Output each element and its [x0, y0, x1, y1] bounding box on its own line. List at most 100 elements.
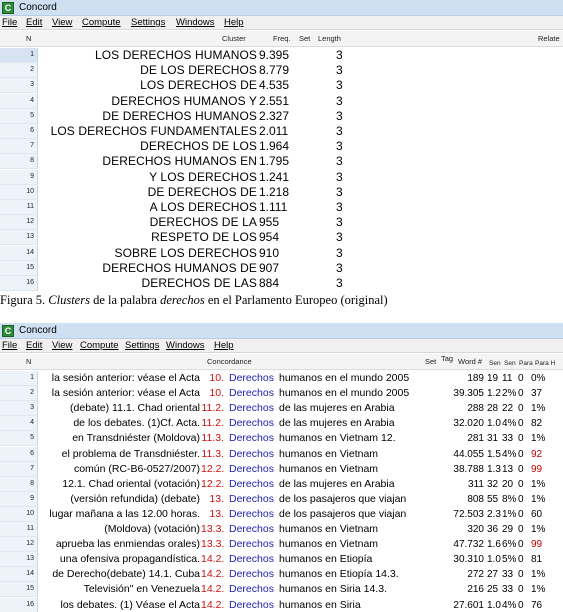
- sentence-number-cell: 28: [487, 403, 499, 415]
- col-related-header[interactable]: Relate: [538, 34, 560, 44]
- menu-edit[interactable]: Edit: [26, 340, 42, 352]
- menu-help[interactable]: Help: [214, 340, 234, 352]
- freq-cell: 8.779: [259, 63, 290, 78]
- menu-view[interactable]: View: [52, 340, 72, 352]
- word-number-cell: 30.310: [453, 554, 484, 566]
- menu-file[interactable]: File: [2, 17, 17, 29]
- col-para2-header[interactable]: Para H: [535, 359, 555, 369]
- concordance-row[interactable]: 5 en Transdniéster (Moldova) 11.3. Derechos…: [0, 431, 563, 447]
- paragraph-number-cell: 0: [518, 584, 524, 596]
- word-number-cell: 32.020: [453, 418, 484, 430]
- col-cluster-header[interactable]: Cluster: [222, 34, 246, 44]
- length-cell: 3: [336, 63, 343, 78]
- sentence-number-cell: 32: [487, 478, 499, 490]
- left-context-cell: 12.1. Chad oriental (votación): [62, 477, 200, 490]
- concordance-row[interactable]: 13 una ofensiva propagandística. 14.2. Dere…: [0, 552, 563, 568]
- col-tag-header[interactable]: Tag: [441, 354, 453, 364]
- cluster-row[interactable]: 3 LOS DERECHOS DE 4.535 3: [0, 78, 563, 94]
- concordance-row[interactable]: 9 (versión refundida) (debate) 13. Derechos…: [0, 491, 563, 507]
- concordance-row[interactable]: 14 de Derecho(debate) 14.1. Cuba 14.2. Dere…: [0, 567, 563, 583]
- menu-settings[interactable]: Settings: [131, 17, 165, 29]
- concordance-row[interactable]: 2 la sesión anterior: véase el Acta 10. Der…: [0, 386, 563, 402]
- row-number: 1: [0, 371, 38, 386]
- cluster-row[interactable]: 16 DERECHOS DE LAS 884 3: [0, 276, 563, 291]
- right-context-cell: humanos en el mundo 2005: [279, 387, 410, 400]
- menu-file[interactable]: File: [2, 340, 17, 352]
- sentence-position-cell: 22: [502, 403, 514, 415]
- menu-edit[interactable]: Edit: [26, 17, 42, 29]
- length-cell: 3: [336, 245, 343, 260]
- col-length-header[interactable]: Length: [318, 34, 341, 44]
- row-number: 10: [0, 184, 38, 200]
- sentence-position-cell: 11: [502, 373, 513, 384]
- freq-cell: 9.395: [259, 48, 290, 62]
- word-number-cell: 39.305: [453, 388, 484, 400]
- cluster-row[interactable]: 14 SOBRE LOS DERECHOS 910 3: [0, 245, 563, 261]
- menu-windows[interactable]: Windows: [166, 340, 205, 352]
- concordance-row[interactable]: 16 los debates. (1) Véase el Acta 14.2. Der…: [0, 597, 563, 612]
- col-concordance-header[interactable]: Concordance: [207, 357, 252, 367]
- concordance-row[interactable]: 10 lugar mañana a las 12.00 horas. 13. Dere…: [0, 506, 563, 522]
- concordance-row[interactable]: 12 aprueba las enmiendas orales) 13.3. Dere…: [0, 537, 563, 553]
- sentence-position-cell: 2%: [502, 388, 517, 400]
- cluster-row[interactable]: 1 LOS DERECHOS HUMANOS 9.395 3: [0, 48, 563, 63]
- col-sen1-header[interactable]: Sen: [489, 359, 501, 369]
- cluster-row[interactable]: 7 DERECHOS DE LOS 1.964 3: [0, 139, 563, 155]
- paragraph-number-cell: 0: [518, 524, 524, 535]
- concordance-row[interactable]: 6 el problema de Transdniéster. 11.3. Derec…: [0, 446, 563, 462]
- col-set-header[interactable]: Set: [425, 357, 436, 367]
- concord-app-icon: C: [2, 2, 14, 14]
- length-cell: 3: [336, 184, 343, 199]
- concordance-row[interactable]: 3 (debate) 11.1. Chad oriental 11.2. Derech…: [0, 401, 563, 417]
- concordance-row[interactable]: 15 Televisión" en Venezuela 14.2. Derechos h…: [0, 582, 563, 598]
- col-n-header[interactable]: N: [26, 357, 31, 367]
- concordance-row[interactable]: 1 la sesión anterior: véase el Acta 10. Der…: [0, 371, 563, 386]
- col-n-header[interactable]: N: [26, 34, 31, 44]
- paragraph-number-cell: 0: [518, 448, 524, 460]
- window-title: Concord: [19, 325, 57, 336]
- sentence-number-cell: 19: [487, 373, 499, 384]
- menu-settings[interactable]: Settings: [125, 340, 159, 352]
- section-number-cell: 14.2.: [201, 598, 225, 611]
- length-cell: 3: [336, 93, 343, 108]
- right-context-cell: de las mujeres en Arabia: [279, 417, 395, 430]
- concord-concordance-window: C Concord File Edit View Compute Setting…: [0, 323, 563, 612]
- concordance-row[interactable]: 8 12.1. Chad oriental (votación) 12.2. Dere…: [0, 476, 563, 492]
- cluster-row[interactable]: 5 DE DERECHOS HUMANOS 2.327 3: [0, 108, 563, 124]
- col-para1-header[interactable]: Para: [519, 359, 533, 369]
- cluster-row[interactable]: 4 DERECHOS HUMANOS Y 2.551 3: [0, 93, 563, 109]
- cluster-row[interactable]: 2 DE LOS DERECHOS 8.779 3: [0, 63, 563, 79]
- col-word-header[interactable]: Word #: [458, 357, 482, 367]
- left-context-cell: en Transdniéster (Moldova): [72, 432, 200, 445]
- col-sen2-header[interactable]: Sen: [504, 359, 516, 369]
- cluster-row[interactable]: 12 DERECHOS DE LA 955 3: [0, 215, 563, 231]
- left-context-cell: Televisión" en Venezuela: [83, 583, 200, 596]
- word-number-cell: 189: [467, 373, 484, 384]
- cluster-row[interactable]: 8 DERECHOS HUMANOS EN 1.795 3: [0, 154, 563, 170]
- menu-help[interactable]: Help: [224, 17, 244, 29]
- concordance-row[interactable]: 4 de los debates. (1)Cf. Acta. 11.2. Derech…: [0, 416, 563, 432]
- right-context-cell: de las mujeres en Arabia: [279, 477, 395, 490]
- cluster-cell: Y LOS DERECHOS: [149, 169, 257, 184]
- caption-prefix: Figura 5.: [0, 293, 49, 307]
- cluster-row[interactable]: 9 Y LOS DERECHOS 1.241 3: [0, 169, 563, 185]
- word-number-cell: 27.601: [453, 599, 484, 611]
- menu-view[interactable]: View: [52, 17, 72, 29]
- cluster-row[interactable]: 10 DE DERECHOS DE 1.218 3: [0, 184, 563, 200]
- menu-compute[interactable]: Compute: [80, 340, 119, 352]
- cluster-row[interactable]: 15 DERECHOS HUMANOS DE 907 3: [0, 260, 563, 276]
- search-word-cell: Derechos: [229, 462, 274, 475]
- freq-cell: 1.218: [259, 184, 290, 199]
- left-context-cell: los debates. (1) Véase el Acta: [60, 598, 201, 611]
- cluster-row[interactable]: 6 LOS DERECHOS FUNDAMENTALES 2.011 3: [0, 124, 563, 139]
- concordance-row[interactable]: 11 (Moldova) (votación) 13.3. Derechos human…: [0, 522, 563, 537]
- concordance-row[interactable]: 7 común (RC-B6-0527/2007) 12.2. Derechos hum…: [0, 461, 563, 477]
- menu-windows[interactable]: Windows: [176, 17, 215, 29]
- col-set-header[interactable]: Set: [299, 34, 310, 44]
- menu-compute[interactable]: Compute: [82, 17, 121, 29]
- col-freq-header[interactable]: Freq.: [273, 34, 291, 44]
- row-number: 13: [0, 552, 38, 568]
- sentence-number-cell: 1.3: [487, 463, 501, 475]
- cluster-row[interactable]: 11 A LOS DERECHOS 1.111 3: [0, 200, 563, 215]
- cluster-row[interactable]: 13 RESPETO DE LOS 954 3: [0, 230, 563, 246]
